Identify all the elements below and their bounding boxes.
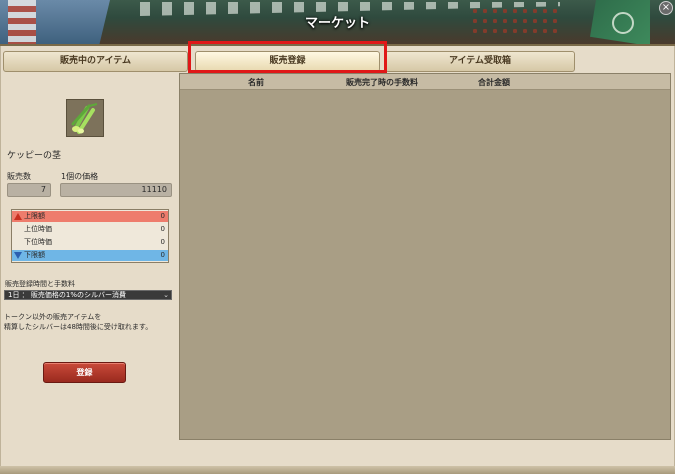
lower-limit-row: 下限額 0 <box>12 250 168 261</box>
table-header: 名前 販売完了時の手数料 合計金額 <box>180 74 670 90</box>
up-triangle-icon <box>14 213 22 220</box>
lower-limit-value: 0 <box>160 251 165 259</box>
unit-price-input[interactable]: 11110 <box>60 183 172 197</box>
close-button[interactable]: × <box>659 1 673 15</box>
tab-sale-registration[interactable]: 販売登録 <box>195 51 380 72</box>
tab-selling-items[interactable]: 販売中のアイテム <box>3 51 188 72</box>
tab-label: アイテム受取箱 <box>448 56 512 66</box>
herb-stalk-icon <box>67 100 103 136</box>
market-header: マーケット <box>0 0 675 46</box>
unit-price-label: 1個の価格 <box>61 172 99 181</box>
item-slot[interactable] <box>66 99 104 137</box>
column-header-total: 合計金額 <box>478 78 510 87</box>
tab-item-inbox[interactable]: アイテム受取箱 <box>385 51 575 72</box>
duration-label: 販売登録時間と手数料 <box>5 280 75 288</box>
notice-line-1: トークン以外の販売アイテムを <box>4 313 102 321</box>
lower-price-label: 下位時価 <box>24 238 52 246</box>
quantity-label: 販売数 <box>7 172 31 181</box>
lower-limit-label: 下限額 <box>24 251 45 259</box>
upper-price-value: 0 <box>160 225 165 233</box>
upper-limit-row: 上限額 0 <box>12 211 168 222</box>
duration-select[interactable]: 1日 ： 販売価格の1%のシルバー消費 ⌄ <box>4 290 172 300</box>
bottom-frame <box>0 466 675 474</box>
registration-table: 名前 販売完了時の手数料 合計金額 <box>179 73 671 440</box>
tab-label: 販売中のアイテム <box>59 56 132 66</box>
column-header-name: 名前 <box>248 78 264 87</box>
item-name: ケッピーの茎 <box>7 151 62 161</box>
duration-selected-value: 1日 ： 販売価格の1%のシルバー消費 <box>8 291 127 299</box>
down-triangle-icon <box>14 252 22 259</box>
upper-limit-label: 上限額 <box>24 212 45 220</box>
chevron-down-icon: ⌄ <box>163 291 169 299</box>
quantity-input[interactable]: 7 <box>7 183 51 197</box>
upper-limit-value: 0 <box>160 212 165 220</box>
lower-price-row: 下位時価 0 <box>12 237 168 248</box>
tab-label: 販売登録 <box>269 56 306 66</box>
column-header-fee: 販売完了時の手数料 <box>346 78 418 87</box>
lower-price-value: 0 <box>160 238 165 246</box>
price-range-box: 上限額 0 上位時価 0 下位時価 0 下限額 0 <box>11 209 169 263</box>
window-title: マーケット <box>304 16 370 31</box>
register-button[interactable]: 登録 <box>43 362 126 383</box>
close-icon: × <box>661 2 671 13</box>
upper-price-row: 上位時価 0 <box>12 224 168 235</box>
upper-price-label: 上位時価 <box>24 225 52 233</box>
notice-line-2: 精算したシルバーは48時間後に受け取れます。 <box>4 323 153 331</box>
